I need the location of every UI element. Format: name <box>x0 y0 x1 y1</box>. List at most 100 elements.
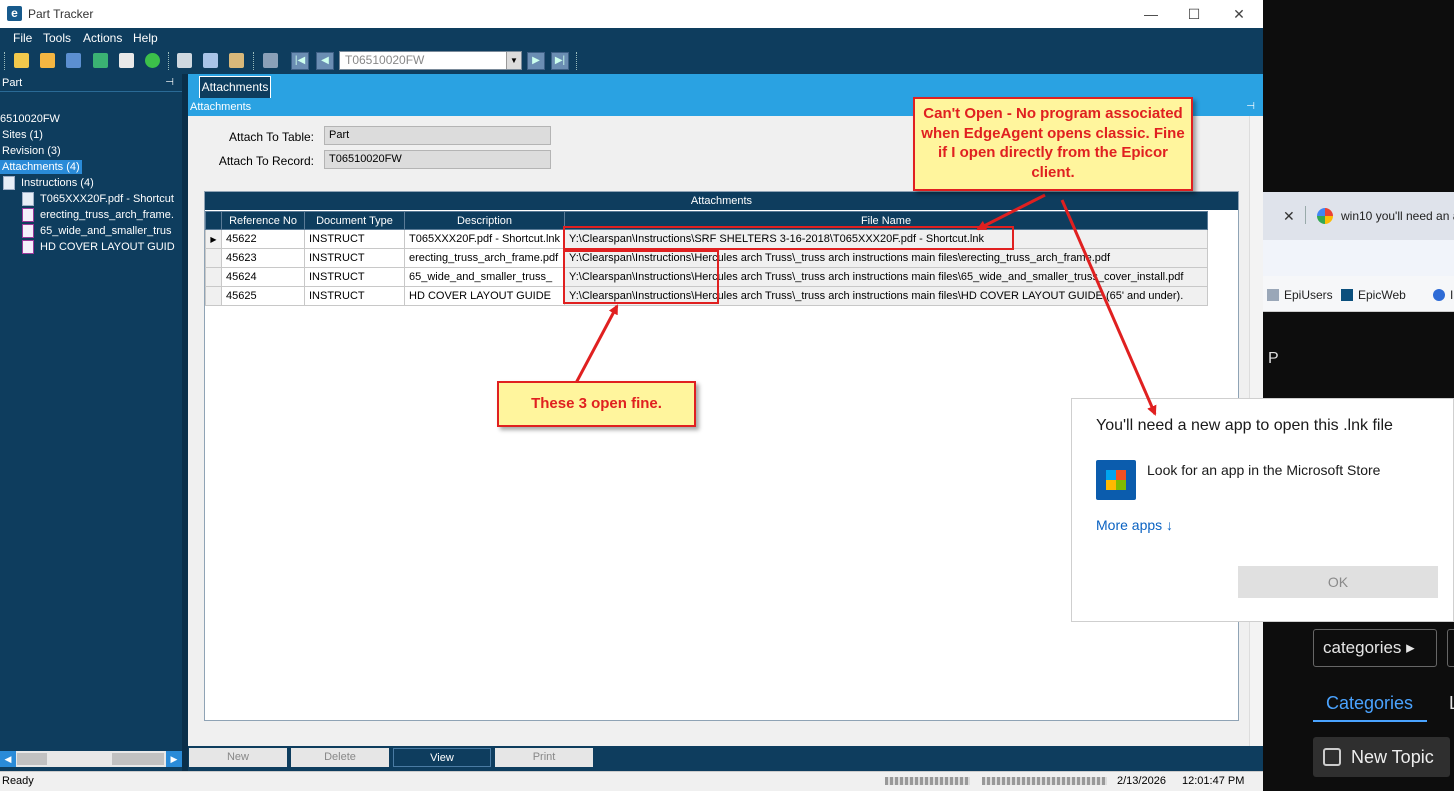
close-tab-icon[interactable]: ✕ <box>1283 208 1295 225</box>
tree-pane-header: Part ⊣ <box>0 74 182 92</box>
dialog-title: You'll need a new app to open this .lnk … <box>1096 417 1393 434</box>
google-icon <box>1317 208 1333 224</box>
row-indicator <box>205 286 222 306</box>
menu-actions[interactable]: Actions <box>83 31 122 45</box>
status-time: 12:01:47 PM <box>1182 775 1245 787</box>
redacted-user <box>885 777 970 785</box>
highlight-box-working-paths <box>563 250 719 304</box>
cell-reference-no[interactable]: 45625 <box>221 286 305 306</box>
store-option[interactable]: Look for an app in the Microsoft Store <box>1147 462 1380 478</box>
epicor-logo-icon: e <box>7 6 22 21</box>
maximize-button[interactable]: ☐ <box>1174 3 1214 25</box>
new-button[interactable]: New <box>189 748 287 767</box>
browser-tab-title[interactable]: win10 you'll need an a <box>1341 209 1454 223</box>
cell-description[interactable]: T065XXX20F.pdf - Shortcut.lnk <box>404 229 565 249</box>
tab-categories[interactable]: Categories <box>1326 693 1413 714</box>
toolbar-grip <box>576 52 579 70</box>
cell-reference-no[interactable]: 45623 <box>221 248 305 268</box>
play-icon[interactable] <box>145 53 160 68</box>
scroll-left-icon[interactable]: ◀ <box>0 751 16 767</box>
cell-reference-no[interactable]: 45624 <box>221 267 305 287</box>
pin-icon[interactable]: ⊣ <box>165 74 174 92</box>
tree-node-attachment-1[interactable]: T065XXX20F.pdf - Shortcut <box>40 192 174 206</box>
save-icon[interactable] <box>66 53 81 68</box>
first-record-icon[interactable]: |◀ <box>291 52 309 70</box>
refresh-icon[interactable] <box>93 53 108 68</box>
new-topic-button[interactable]: New Topic <box>1313 737 1450 777</box>
microsoft-store-icon[interactable] <box>1096 460 1136 500</box>
bookmark-3[interactable]: In <box>1433 288 1454 302</box>
next-record-icon[interactable]: ▶ <box>527 52 545 70</box>
tree-node-sites[interactable]: Sites (1) <box>2 128 43 142</box>
bookmark-label: EpicWeb <box>1358 288 1406 302</box>
tree-node-instructions[interactable]: Instructions (4) <box>21 176 94 190</box>
column-header-document-type[interactable]: Document Type <box>304 211 405 230</box>
cell-document-type[interactable]: INSTRUCT <box>304 267 405 287</box>
new-record-icon[interactable] <box>14 53 29 68</box>
attach-to-record-label: Attach To Record: <box>218 154 314 168</box>
view-button[interactable]: View <box>393 748 491 767</box>
row-indicator-header <box>205 211 222 230</box>
status-text: Ready <box>2 775 34 787</box>
tree-node-revision[interactable]: Revision (3) <box>2 144 61 158</box>
tree-node-attachment-2[interactable]: erecting_truss_arch_frame. <box>40 208 174 222</box>
browser-window: ✕ win10 you'll need an a EpiUsers EpicWe… <box>1263 192 1454 312</box>
paste-icon[interactable] <box>229 53 244 68</box>
scroll-thumb[interactable] <box>112 753 164 765</box>
document-icon <box>22 192 34 206</box>
tree-node-attachment-3[interactable]: 65_wide_and_smaller_trus <box>40 224 171 238</box>
cell-document-type[interactable]: INSTRUCT <box>304 229 405 249</box>
more-apps-link[interactable]: More apps ↓ <box>1096 517 1173 533</box>
cut-icon[interactable] <box>177 53 192 68</box>
search-binoculars-icon[interactable] <box>263 53 278 68</box>
tree-pane-title: Part <box>2 77 23 89</box>
clear-icon[interactable] <box>119 53 134 68</box>
tab-attachments[interactable]: Attachments <box>199 76 271 98</box>
copy-icon[interactable] <box>203 53 218 68</box>
record-combo[interactable]: T06510020FW ▼ <box>339 51 522 70</box>
tree-horizontal-scrollbar[interactable]: ◀ ▶ <box>0 751 182 767</box>
print-button[interactable]: Print <box>495 748 593 767</box>
cell-description[interactable]: erecting_truss_arch_frame.pdf <box>404 248 565 268</box>
address-bar[interactable] <box>1263 240 1454 276</box>
cell-description[interactable]: HD COVER LAYOUT GUIDE <box>404 286 565 306</box>
title-bar: e Part Tracker — ☐ ✕ <box>0 0 1263 28</box>
scroll-right-icon[interactable]: ▶ <box>166 751 182 767</box>
menu-help[interactable]: Help <box>133 31 158 45</box>
categories-button[interactable]: categories ▸ <box>1313 629 1437 667</box>
pdf-icon <box>22 208 34 222</box>
highlight-box-shortcut-path <box>563 226 1014 250</box>
bookmark-epiusers[interactable]: EpiUsers <box>1267 288 1333 302</box>
attach-to-record-field: T06510020FW <box>324 150 551 169</box>
minimize-button[interactable]: — <box>1131 3 1171 25</box>
cell-reference-no[interactable]: 45622 <box>221 229 305 249</box>
pdf-icon <box>22 240 34 254</box>
tree-node-attachment-4[interactable]: HD COVER LAYOUT GUID <box>40 240 175 254</box>
epicor-icon <box>1341 289 1353 301</box>
store-logo-icon <box>1106 470 1126 490</box>
cell-document-type[interactable]: INSTRUCT <box>304 248 405 268</box>
scroll-thumb[interactable] <box>17 753 47 765</box>
column-header-reference-no[interactable]: Reference No <box>221 211 305 230</box>
tree-node-attachments[interactable]: Attachments (4) <box>0 160 82 174</box>
menu-file[interactable]: File <box>13 31 32 45</box>
last-record-icon[interactable]: ▶| <box>551 52 569 70</box>
cell-document-type[interactable]: INSTRUCT <box>304 286 405 306</box>
cell-description[interactable]: 65_wide_and_smaller_truss_ <box>404 267 565 287</box>
chevron-down-icon[interactable]: ▼ <box>506 52 521 69</box>
tab-latest[interactable]: L <box>1449 693 1454 714</box>
close-button[interactable]: ✕ <box>1219 3 1259 25</box>
bookmark-epicweb[interactable]: EpicWeb <box>1341 288 1406 302</box>
bookmarks-bar: EpiUsers EpicWeb In <box>1263 276 1454 312</box>
forum-dropdown-button[interactable] <box>1447 629 1454 667</box>
pin-icon[interactable]: ⊣ <box>1246 98 1255 116</box>
open-folder-icon[interactable] <box>40 53 55 68</box>
tree-node-part[interactable]: 6510020FW <box>0 112 60 126</box>
menu-tools[interactable]: Tools <box>43 31 71 45</box>
window-title: Part Tracker <box>28 7 94 21</box>
previous-record-icon[interactable]: ◀ <box>316 52 334 70</box>
ok-button[interactable]: OK <box>1238 566 1438 598</box>
delete-button[interactable]: Delete <box>291 748 389 767</box>
column-header-description[interactable]: Description <box>404 211 565 230</box>
status-bar: Ready 2/13/2026 12:01:47 PM <box>0 771 1263 791</box>
